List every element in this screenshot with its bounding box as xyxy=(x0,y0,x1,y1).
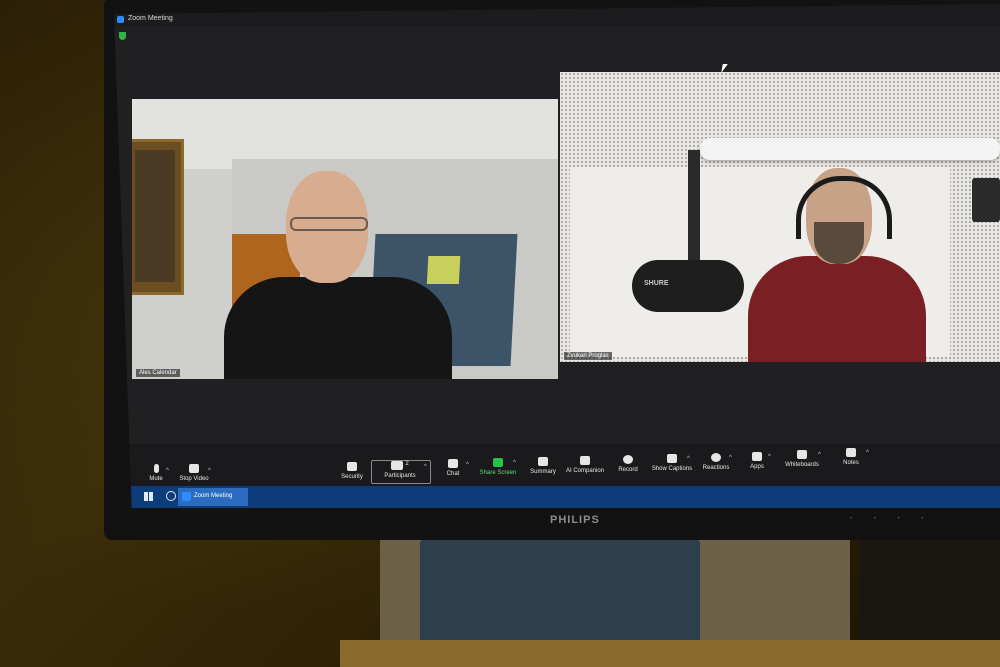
notes-button[interactable]: Notes xyxy=(823,448,879,466)
zoom-app-icon xyxy=(182,492,191,501)
participants-button[interactable]: 2 Participants xyxy=(372,461,428,479)
monitor-buttons: • • • • xyxy=(850,516,934,522)
windows-start-icon[interactable] xyxy=(144,492,153,501)
microphone: SHURE xyxy=(632,260,744,312)
stop-video-button[interactable]: Stop Video xyxy=(166,464,222,482)
whiteboards-options-caret[interactable]: ^ xyxy=(818,452,821,458)
notes-icon xyxy=(846,448,856,457)
notes-options-caret[interactable]: ^ xyxy=(866,450,869,456)
taskbar-zoom-app[interactable]: Zoom Meeting xyxy=(178,488,248,506)
search-icon[interactable] xyxy=(166,491,176,501)
zoom-screen: Zoom Meeting Ales Calendar SHURE Zvukari… xyxy=(114,4,1000,508)
smiley-icon xyxy=(711,453,721,462)
video-tile-right[interactable]: SHURE Zvukari Proglas xyxy=(560,72,1000,362)
chat-bubble-icon xyxy=(448,459,458,468)
video-options-caret[interactable]: ^ xyxy=(208,468,211,474)
people-icon xyxy=(391,461,404,470)
microphone-icon xyxy=(153,464,159,473)
apps-options-caret[interactable]: ^ xyxy=(768,454,771,460)
share-screen-icon xyxy=(493,458,503,467)
mic-mount xyxy=(688,150,700,260)
participant-name-right: Zvukari Proglas xyxy=(564,352,612,360)
video-tile-left[interactable]: Ales Calendar xyxy=(132,99,558,379)
sparkle-icon xyxy=(580,456,590,465)
camera xyxy=(972,178,1000,222)
record-icon xyxy=(623,455,633,464)
desk xyxy=(340,640,1000,667)
encryption-shield-icon[interactable] xyxy=(119,32,126,40)
mic-boom-arm xyxy=(700,138,1000,160)
participant-name-left: Ales Calendar xyxy=(136,369,180,377)
whiteboard-icon xyxy=(797,450,807,459)
shield-icon xyxy=(347,462,357,471)
person-body xyxy=(748,256,926,362)
window-title: Zoom Meeting xyxy=(128,15,173,22)
whiteboards-button[interactable]: Whiteboards xyxy=(774,450,830,468)
zoom-icon xyxy=(117,16,124,23)
glasses xyxy=(290,217,368,231)
monitor-brand: PHILIPS xyxy=(550,514,600,526)
captions-icon xyxy=(667,454,677,463)
person-body xyxy=(224,277,452,379)
mic-brand: SHURE xyxy=(644,280,669,287)
video-camera-icon xyxy=(189,464,199,473)
summary-icon xyxy=(538,457,548,466)
apps-icon xyxy=(752,452,762,461)
chat-options-caret[interactable]: ^ xyxy=(466,462,469,468)
picture-frame xyxy=(132,139,184,295)
participants-count: 2 xyxy=(405,461,409,467)
